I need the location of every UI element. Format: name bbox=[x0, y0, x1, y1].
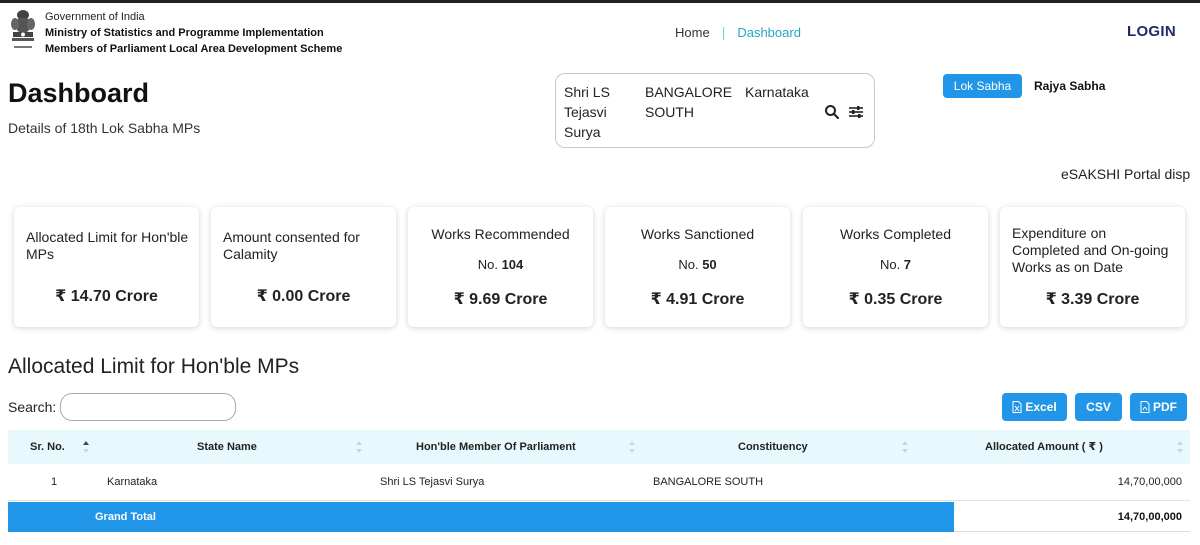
card-expenditure: Expenditure on Completed and On-going Wo… bbox=[1000, 207, 1185, 327]
news-marquee: eSAKSHI Portal disp bbox=[1061, 166, 1191, 182]
sort-icon[interactable] bbox=[901, 440, 909, 454]
selected-mp-name: Shri LS Tejasvi Surya bbox=[564, 84, 610, 140]
card-amount: ₹ 14.70 Crore bbox=[55, 288, 158, 305]
column-header-constituency[interactable]: Constituency bbox=[738, 430, 808, 464]
search-icon[interactable] bbox=[824, 104, 840, 120]
cell-state: Karnataka bbox=[107, 476, 158, 488]
column-header-state[interactable]: State Name bbox=[197, 430, 257, 464]
cell-constituency: BANGALORE SOUTH bbox=[653, 476, 764, 488]
card-title: Expenditure on Completed and On-going Wo… bbox=[1012, 225, 1169, 275]
pdf-file-icon bbox=[1140, 401, 1150, 413]
table-header: Sr. No. State Name Hon'ble Member Of Par… bbox=[8, 430, 1190, 464]
column-header-amount[interactable]: Allocated Amount ( ₹ ) bbox=[985, 430, 1103, 464]
card-amount: ₹ 3.39 Crore bbox=[1045, 291, 1140, 308]
grand-total-value: 14,70,00,000 bbox=[1117, 511, 1182, 523]
table-search-input[interactable] bbox=[60, 393, 236, 421]
card-amount: ₹ 0.00 Crore bbox=[256, 288, 351, 305]
card-count: No. 7 bbox=[879, 257, 912, 272]
card-amount: ₹ 0.35 Crore bbox=[848, 291, 943, 308]
selected-constituency: BANGALORE SOUTH bbox=[645, 84, 733, 120]
card-amount: ₹ 4.91 Crore bbox=[650, 291, 745, 308]
nav-separator: | bbox=[721, 24, 726, 40]
selected-state: Karnataka bbox=[745, 84, 809, 100]
csv-label: CSV bbox=[1086, 400, 1111, 414]
nav-dashboard-link[interactable]: Dashboard bbox=[737, 25, 801, 40]
cell-sr-no: 1 bbox=[51, 476, 58, 488]
card-title: Works Completed bbox=[839, 226, 951, 242]
top-nav: Home | Dashboard bbox=[675, 24, 801, 40]
excel-file-icon bbox=[1012, 401, 1022, 413]
table-row: 1 Karnataka Shri LS Tejasvi Surya BANGAL… bbox=[8, 464, 1190, 501]
page-title: Dashboard bbox=[8, 78, 150, 108]
card-count: No. 104 bbox=[477, 257, 524, 272]
excel-label: Excel bbox=[1025, 400, 1057, 414]
card-calamity-amount: Amount consented for Calamity ₹ 0.00 Cro… bbox=[211, 207, 396, 327]
section-title: Allocated Limit for Hon'ble MPs bbox=[8, 355, 300, 378]
card-title: Amount consented for Calamity bbox=[223, 229, 360, 262]
card-count: No. 50 bbox=[678, 257, 717, 272]
sort-icon[interactable] bbox=[1176, 440, 1184, 454]
export-pdf-button[interactable]: PDF bbox=[1130, 393, 1187, 421]
ministry-title-block: Government of India Ministry of Statisti… bbox=[45, 9, 342, 57]
grand-total-row: Grand Total bbox=[8, 502, 954, 532]
sort-icon[interactable] bbox=[355, 440, 363, 454]
card-allocated-limit: Allocated Limit for Hon'ble MPs ₹ 14.70 … bbox=[14, 207, 199, 327]
rajya-sabha-tab[interactable]: Rajya Sabha bbox=[1034, 79, 1105, 93]
card-works-completed[interactable]: Works Completed No. 7 ₹ 0.35 Crore bbox=[803, 207, 988, 327]
sort-asc-icon[interactable] bbox=[82, 440, 90, 454]
grand-total-label: Grand Total bbox=[95, 511, 156, 523]
mp-selector[interactable]: Shri LS Tejasvi Surya BANGALORE SOUTH Ka… bbox=[555, 73, 875, 148]
card-works-sanctioned[interactable]: Works Sanctioned No. 50 ₹ 4.91 Crore bbox=[605, 207, 790, 327]
pdf-label: PDF bbox=[1153, 400, 1177, 414]
column-header-sr-no[interactable]: Sr. No. bbox=[30, 430, 65, 464]
card-title: Allocated Limit for Hon'ble MPs bbox=[26, 229, 189, 262]
gov-line-3: Members of Parliament Local Area Develop… bbox=[45, 43, 343, 55]
national-emblem-icon bbox=[11, 10, 35, 48]
cell-amount: 14,70,00,000 bbox=[1117, 476, 1182, 488]
nav-home-link[interactable]: Home bbox=[675, 25, 710, 40]
grand-total-amount-cell: 14,70,00,000 bbox=[954, 502, 1190, 532]
export-csv-button[interactable]: CSV bbox=[1075, 393, 1122, 421]
page-subtitle: Details of 18th Lok Sabha MPs bbox=[8, 120, 201, 136]
card-amount: ₹ 9.69 Crore bbox=[453, 291, 548, 308]
cell-member: Shri LS Tejasvi Surya bbox=[380, 476, 485, 488]
card-title: Works Sanctioned bbox=[640, 226, 755, 242]
filter-sliders-icon[interactable] bbox=[848, 104, 864, 120]
card-title: Works Recommended bbox=[431, 226, 570, 242]
card-works-recommended[interactable]: Works Recommended No. 104 ₹ 9.69 Crore bbox=[408, 207, 593, 327]
login-button[interactable]: LOGIN bbox=[1127, 23, 1176, 40]
gov-line-1: Government of India bbox=[45, 11, 145, 23]
search-label: Search: bbox=[8, 399, 57, 415]
lok-sabha-tab[interactable]: Lok Sabha bbox=[943, 74, 1022, 98]
top-border bbox=[0, 0, 1200, 3]
export-excel-button[interactable]: Excel bbox=[1002, 393, 1067, 421]
gov-line-2: Ministry of Statistics and Programme Imp… bbox=[45, 27, 324, 39]
sort-icon[interactable] bbox=[628, 440, 636, 454]
column-header-member[interactable]: Hon'ble Member Of Parliament bbox=[416, 430, 576, 464]
